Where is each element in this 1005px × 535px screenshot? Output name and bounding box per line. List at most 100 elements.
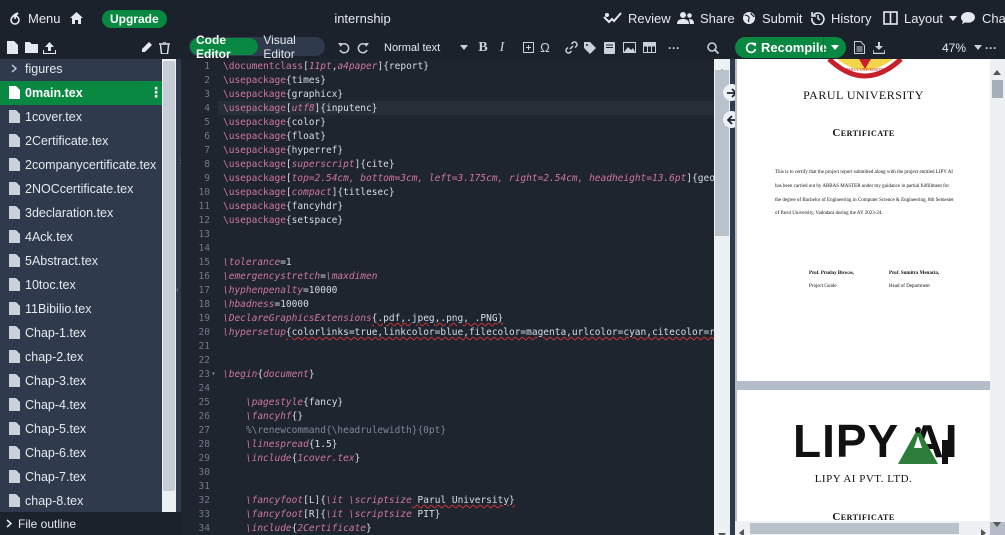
recompile-label: Recompile: [761, 40, 827, 55]
pdf-vertical-scroll-thumb[interactable]: [992, 80, 1003, 98]
zoom-dropdown[interactable]: 47%: [942, 36, 983, 59]
code-line[interactable]: \usepackage{fancyhdr}: [223, 200, 343, 214]
code-line[interactable]: \usepackage{graphicx}: [223, 88, 343, 102]
scroll-down-icon[interactable]: [718, 525, 726, 535]
file-menu-icon[interactable]: ⋮: [149, 84, 162, 101]
code-line[interactable]: \usepackage[compact]{titlesec}: [223, 186, 395, 200]
file-tree-item[interactable]: Chap-6.tex: [0, 441, 162, 465]
visual-editor-toggle[interactable]: Visual Editor: [258, 33, 324, 61]
pdf-vertical-scrollbar[interactable]: [990, 59, 1005, 527]
insert-figure-button[interactable]: [622, 39, 636, 56]
code-line[interactable]: \fancyfoot[L]{\it \scriptsize Parul Univ…: [223, 494, 515, 508]
fold-toggle-icon[interactable]: ▾: [211, 369, 216, 378]
chat-button[interactable]: Chat: [960, 0, 1005, 36]
view-logs-button[interactable]: [852, 39, 866, 56]
file-tree-item[interactable]: Chap-1.tex: [0, 321, 162, 345]
code-line[interactable]: \emergencystretch=\maxdimen: [223, 270, 377, 284]
code-line[interactable]: \fancyhf{}: [223, 410, 303, 424]
new-file-button[interactable]: [6, 40, 19, 55]
code-line[interactable]: \hyphenpenalty=10000: [223, 284, 337, 298]
code-line[interactable]: \include{1cover.tex}: [223, 452, 360, 466]
file-tree-item[interactable]: chap-8.tex: [0, 489, 162, 512]
file-tree-item[interactable]: Chap-7.tex: [0, 465, 162, 489]
file-tree-item[interactable]: 0main.tex ⋮: [0, 81, 162, 105]
file-name: 2Certificate.tex: [25, 134, 109, 148]
submit-button[interactable]: Submit: [742, 0, 802, 36]
file-tree-item[interactable]: Chap-3.tex: [0, 369, 162, 393]
code-line[interactable]: \tolerance=1: [223, 256, 292, 270]
code-line[interactable]: \usepackage{setspace}: [223, 214, 343, 228]
code-line[interactable]: \documentclass[11pt,a4paper]{report}: [223, 60, 429, 74]
undo-button[interactable]: [336, 39, 352, 56]
share-button[interactable]: Share: [677, 0, 735, 36]
chevron-right-icon[interactable]: [9, 62, 20, 75]
delete-button[interactable]: [157, 40, 171, 55]
layout-button[interactable]: Layout: [883, 0, 958, 36]
file-tree-folder[interactable]: figures: [0, 59, 162, 81]
code-line[interactable]: \linespread{1.5}: [223, 438, 338, 452]
file-tree-item[interactable]: Chap-5.tex: [0, 417, 162, 441]
file-tree-item[interactable]: 11Bibilio.tex: [0, 297, 162, 321]
insert-link-button[interactable]: [564, 39, 578, 56]
scroll-right-icon[interactable]: [981, 524, 986, 535]
review-button[interactable]: Review: [603, 0, 671, 36]
file-tree-item[interactable]: 2companycertificate.tex: [0, 153, 162, 177]
code-line[interactable]: \usepackage{float}: [223, 130, 326, 144]
recompile-options-button[interactable]: [823, 37, 846, 58]
code-line[interactable]: \usepackage{times}: [223, 74, 326, 88]
file-tree-item[interactable]: chap-2.tex: [0, 345, 162, 369]
file-tree-scroll-thumb[interactable]: [163, 61, 175, 491]
code-line[interactable]: %\renewcommand{\headrulewidth}{0pt}: [223, 424, 446, 438]
bold-button[interactable]: B: [476, 39, 490, 56]
file-tree-item[interactable]: 2NOCcertificate.tex: [0, 177, 162, 201]
text-style-dropdown[interactable]: Normal text: [384, 36, 469, 59]
code-line[interactable]: \hypersetup{colorlinks=true,linkcolor=bl…: [223, 326, 714, 340]
code-line[interactable]: \begin{document}: [223, 368, 315, 382]
new-folder-button[interactable]: [24, 40, 38, 55]
pdf-more-button[interactable]: ···: [983, 39, 999, 56]
history-button[interactable]: History: [811, 0, 871, 36]
code-line[interactable]: \fancyfoot[R]{\it \scriptsize PIT}: [223, 508, 441, 522]
code-editor-toggle[interactable]: Code Editor: [190, 33, 259, 61]
upgrade-button[interactable]: Upgrade: [102, 10, 167, 28]
scroll-down-icon[interactable]: [993, 514, 1001, 532]
upload-button[interactable]: [42, 40, 56, 55]
italic-button[interactable]: I: [495, 39, 509, 56]
insert-table-button[interactable]: [642, 39, 656, 56]
code-line[interactable]: \usepackage[superscript]{cite}: [223, 158, 395, 172]
file-tree-item[interactable]: 10toc.tex: [0, 273, 162, 297]
search-button[interactable]: [706, 39, 720, 56]
file-tree-item[interactable]: 3declaration.tex: [0, 201, 162, 225]
menu-button[interactable]: Menu: [8, 0, 61, 36]
scroll-up-icon[interactable]: [993, 62, 1001, 80]
new-file-icon: [7, 41, 18, 54]
file-tree-item[interactable]: 1cover.tex: [0, 105, 162, 129]
insert-ref-button[interactable]: [583, 39, 597, 56]
insert-math-button[interactable]: [521, 39, 535, 56]
code-line[interactable]: \hbadness=10000: [223, 298, 309, 312]
code-editor[interactable]: 1 2 3 4 5 6 7 8 9 10 11 12 13 14 15 16 17 18 19 20 21 22 23 ▾ 24…: [181, 59, 714, 535]
pdf-preview[interactable]: PARUL UNIVERSITY PARUL UNIVERSITY Certif…: [735, 59, 1005, 535]
file-tree-item[interactable]: Chap-4.tex: [0, 393, 162, 417]
pdf-horizontal-scroll-thumb[interactable]: [750, 523, 959, 534]
code-line[interactable]: \usepackage[utf8]{inputenc}: [223, 102, 377, 116]
redo-button[interactable]: [355, 39, 371, 56]
file-tree-item[interactable]: 4Ack.tex: [0, 225, 162, 249]
code-line[interactable]: \usepackage[top=2.54cm, bottom=3cm, left…: [223, 172, 714, 186]
more-toolbar-button[interactable]: ···: [667, 39, 681, 56]
code-line[interactable]: \include{2Certificate}: [223, 522, 372, 535]
line-number-gutter: 1 2 3 4 5 6 7 8 9 10 11 12 13 14 15 16 17 18 19 20 21 22 23 ▾ 24…: [181, 59, 218, 535]
download-pdf-button[interactable]: [872, 39, 886, 56]
scroll-left-icon[interactable]: [739, 524, 744, 535]
file-tree-item[interactable]: 2Certificate.tex: [0, 129, 162, 153]
insert-symbol-button[interactable]: Ω: [538, 39, 552, 56]
home-button[interactable]: [69, 0, 84, 36]
code-line[interactable]: \usepackage{hyperref}: [223, 144, 343, 158]
code-line[interactable]: \DeclareGraphicsExtensions{.pdf,.jpeg,.p…: [223, 312, 503, 326]
file-tree-item[interactable]: 5Abstract.tex: [0, 249, 162, 273]
file-outline-toggle[interactable]: File outline: [0, 512, 181, 535]
code-line[interactable]: \pagestyle{fancy}: [223, 396, 343, 410]
rename-button[interactable]: [139, 40, 153, 55]
insert-citation-button[interactable]: [602, 39, 616, 56]
code-line[interactable]: \usepackage{color}: [223, 116, 326, 130]
